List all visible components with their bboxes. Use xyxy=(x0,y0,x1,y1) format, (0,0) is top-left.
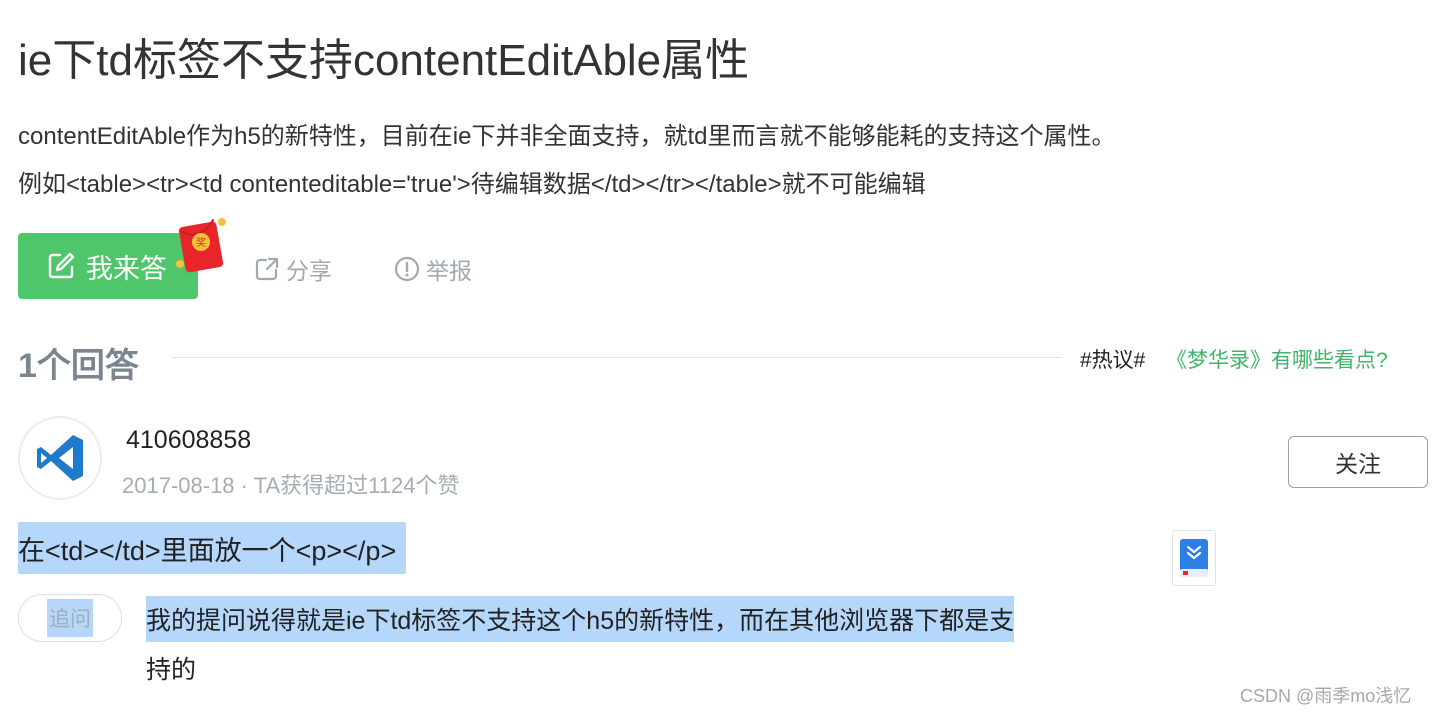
hot-topic-tag[interactable]: #热议# xyxy=(1080,344,1145,374)
question-title: ie下td标签不支持contentEditAble属性 xyxy=(18,36,750,85)
share-label: 分享 xyxy=(286,258,332,284)
section-divider xyxy=(172,357,1062,358)
follow-button[interactable]: 关注 xyxy=(1288,436,1428,488)
question-description-line2: 例如<table><tr><td contenteditable='true'>… xyxy=(18,171,926,198)
followup-text-line2: 持的 xyxy=(146,656,197,684)
red-envelope-text: 奖 xyxy=(196,236,206,249)
question-description-line1: contentEditAble作为h5的新特性，目前在ie下并非全面支持，就td… xyxy=(18,123,1116,150)
red-envelope-icon[interactable]: 奖 xyxy=(176,214,228,274)
report-button[interactable]: 举报 xyxy=(394,252,472,286)
share-button[interactable]: 分享 xyxy=(254,252,332,286)
report-label: 举报 xyxy=(426,258,472,284)
vscode-logo-icon xyxy=(37,435,83,481)
answer-content: 在<td></td>里面放一个<p></p> xyxy=(18,522,407,574)
book-widget[interactable] xyxy=(1172,530,1216,586)
watermark: CSDN @雨季mo浅忆 xyxy=(1240,686,1412,706)
answer-button[interactable]: 我来答 xyxy=(18,233,198,299)
book-icon xyxy=(1180,539,1208,577)
report-icon xyxy=(394,256,420,282)
answer-button-label: 我来答 xyxy=(86,253,167,284)
answer-count: 1个回答 xyxy=(18,347,139,385)
avatar[interactable] xyxy=(18,416,102,500)
followup-badge: 追问 xyxy=(18,594,122,642)
hot-topic-link[interactable]: 《梦华录》有哪些看点? xyxy=(1166,344,1388,374)
answer-username[interactable]: 410608858 xyxy=(126,426,251,455)
followup-badge-label: 追问 xyxy=(47,599,93,637)
share-icon xyxy=(255,257,279,281)
answer-meta: 2017-08-18 · TA获得超过1124个赞 xyxy=(122,473,460,498)
edit-icon xyxy=(48,252,75,279)
followup-text-line1: 我的提问说得就是ie下td标签不支持这个h5的新特性，而在其他浏览器下都是支 xyxy=(146,596,1015,642)
